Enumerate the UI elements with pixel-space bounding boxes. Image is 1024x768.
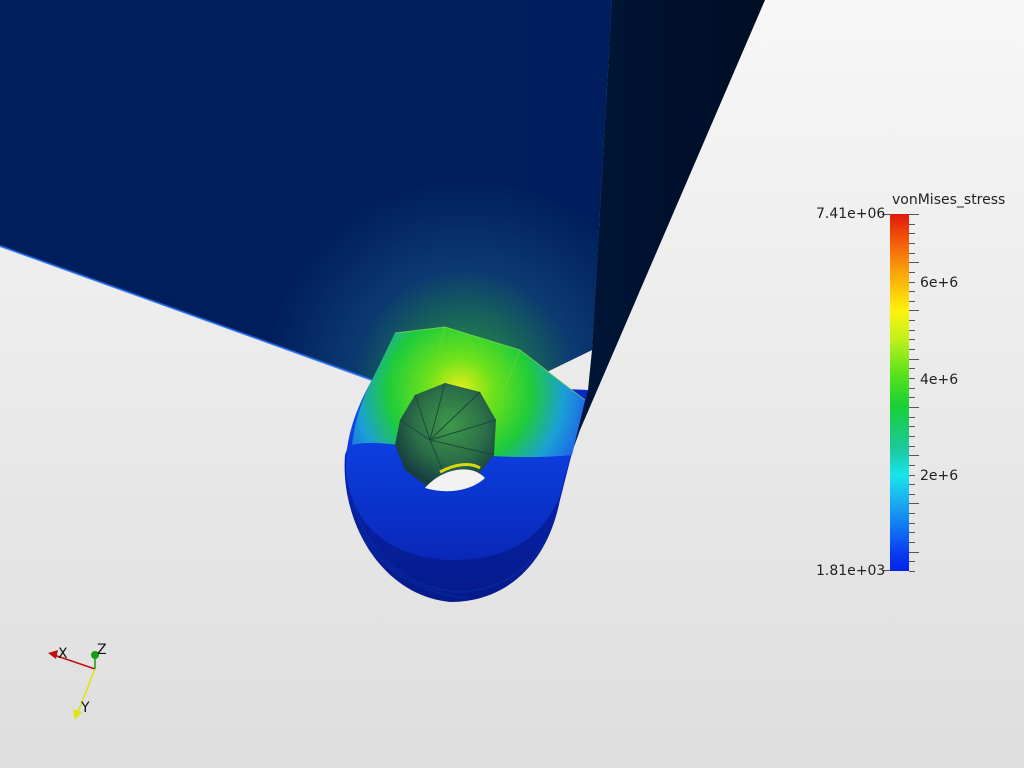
scalar-bar-min-label: 1.81e+03 <box>816 563 886 579</box>
scalar-bar-tick <box>909 446 915 447</box>
scalar-bar-tick <box>909 339 915 340</box>
scalar-bar-title: vonMises_stress <box>892 192 1006 208</box>
scalar-bar-tick <box>909 475 915 476</box>
scalar-bar: vonMises_stress 7.41e+06 6e+6 4e+6 2e+6 … <box>812 190 1017 585</box>
scalar-bar-tick <box>909 272 915 273</box>
scalar-bar-label-2e6: 2e+6 <box>920 468 959 484</box>
scalar-bar-tick <box>909 552 919 553</box>
scalar-bar-tick <box>909 417 915 418</box>
scalar-bar-tick <box>909 330 915 331</box>
scalar-bar-tick <box>909 359 919 360</box>
scalar-bar-tick <box>909 291 915 292</box>
y-axis-label: Y <box>80 700 90 716</box>
scalar-bar-tick <box>909 224 915 225</box>
scalar-bar-tick <box>909 561 915 562</box>
plate-top-face <box>0 0 612 385</box>
scalar-bar-tick <box>909 378 915 379</box>
scalar-bar-tick <box>909 397 915 398</box>
z-axis-label: Z <box>97 642 107 658</box>
scalar-bar-ticks <box>909 214 919 572</box>
scalar-bar-tick <box>909 436 915 437</box>
scalar-bar-tick <box>909 455 919 456</box>
scalar-bar-label-4e6: 4e+6 <box>920 372 959 388</box>
x-axis-label: X <box>58 646 68 662</box>
scalar-bar-tick <box>909 484 915 485</box>
scalar-bar-tick <box>909 542 915 543</box>
scalar-bar-tick <box>909 426 915 427</box>
orientation-axes: X Y Z <box>48 642 107 720</box>
color-ramp <box>890 214 909 571</box>
scalar-bar-tick <box>909 214 919 215</box>
x-axis-arrow <box>48 650 58 659</box>
scalar-bar-tick <box>909 301 915 302</box>
scalar-bar-tick <box>909 494 915 495</box>
scalar-bar-tick <box>909 282 915 283</box>
scalar-bar-tick <box>909 320 915 321</box>
scalar-bar-label-6e6: 6e+6 <box>920 275 959 291</box>
scalar-bar-tick <box>909 513 915 514</box>
scalar-bar-tick <box>909 465 915 466</box>
scalar-bar-tick <box>909 388 915 389</box>
scalar-bar-tick <box>909 243 915 244</box>
scalar-bar-tick <box>909 310 919 311</box>
scalar-bar-tick <box>909 253 915 254</box>
scalar-bar-tick <box>909 407 919 408</box>
scalar-bar-tick <box>909 368 915 369</box>
scalar-bar-tick <box>909 262 919 263</box>
scalar-bar-tick <box>909 571 915 572</box>
scalar-bar-max-label: 7.41e+06 <box>816 206 886 222</box>
scalar-bar-tick <box>909 349 915 350</box>
scalar-bar-tick <box>909 503 919 504</box>
scalar-bar-tick <box>909 233 915 234</box>
scalar-bar-tick <box>909 523 915 524</box>
scalar-bar-tick <box>909 532 915 533</box>
